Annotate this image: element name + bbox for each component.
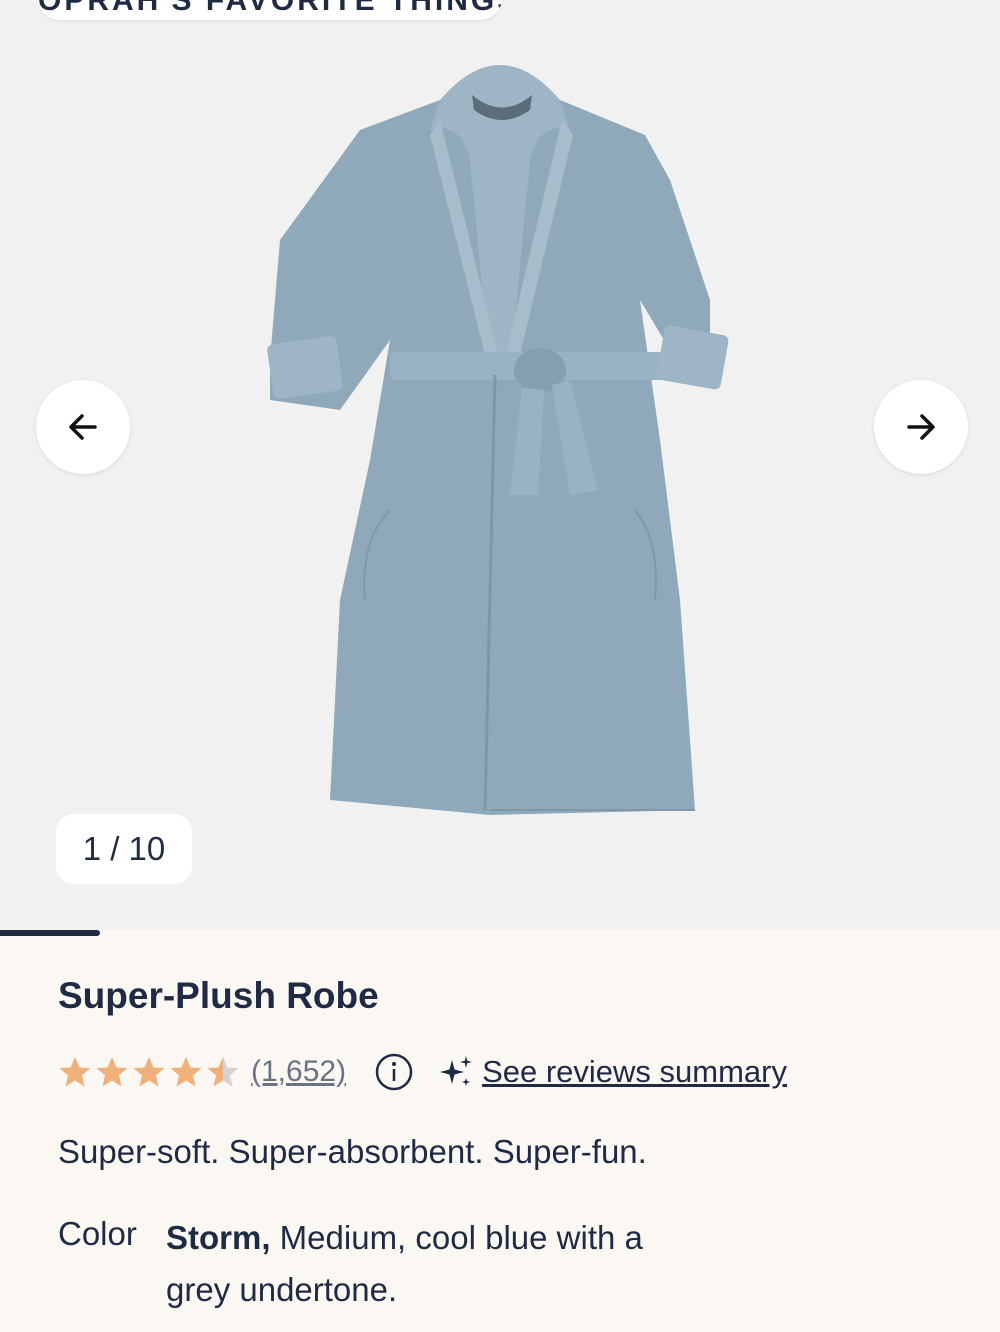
star-rating[interactable] [58,1055,243,1089]
color-label: Color [58,1215,137,1252]
color-name: Storm, [166,1219,271,1256]
product-tagline: Super-soft. Super-absorbent. Super-fun. [58,1133,647,1170]
gallery-progress-bar [0,930,1000,936]
star-icon [133,1057,165,1087]
star-icon [96,1057,128,1087]
reviews-summary-link[interactable]: See reviews summary [482,1054,787,1090]
star-icon [207,1057,239,1087]
rating-row: (1,652) See reviews summary [58,1046,787,1098]
arrow-right-icon [907,414,935,440]
sparkle-icon [440,1056,473,1086]
product-image-gallery[interactable]: OPRAH'S FAVORITE THINGS 1 / 10 [0,0,1000,930]
next-image-button[interactable] [874,380,968,474]
product-title: Super-Plush Robe [58,975,379,1016]
info-icon[interactable] [374,1052,414,1092]
review-count-link[interactable]: (1,652) [251,1055,346,1089]
color-description: Storm, Medium, cool blue with a grey und… [166,1212,686,1316]
image-counter: 1 / 10 [56,814,192,884]
star-icon [170,1057,202,1087]
oprah-favorite-badge: OPRAH'S FAVORITE THINGS [38,0,502,20]
previous-image-button[interactable] [36,380,130,474]
gallery-progress-fill [0,930,100,936]
badge-label: OPRAH'S FAVORITE THINGS [38,0,502,17]
star-icon [59,1057,91,1087]
product-image-robe[interactable] [240,40,780,820]
arrow-left-icon [69,414,97,440]
